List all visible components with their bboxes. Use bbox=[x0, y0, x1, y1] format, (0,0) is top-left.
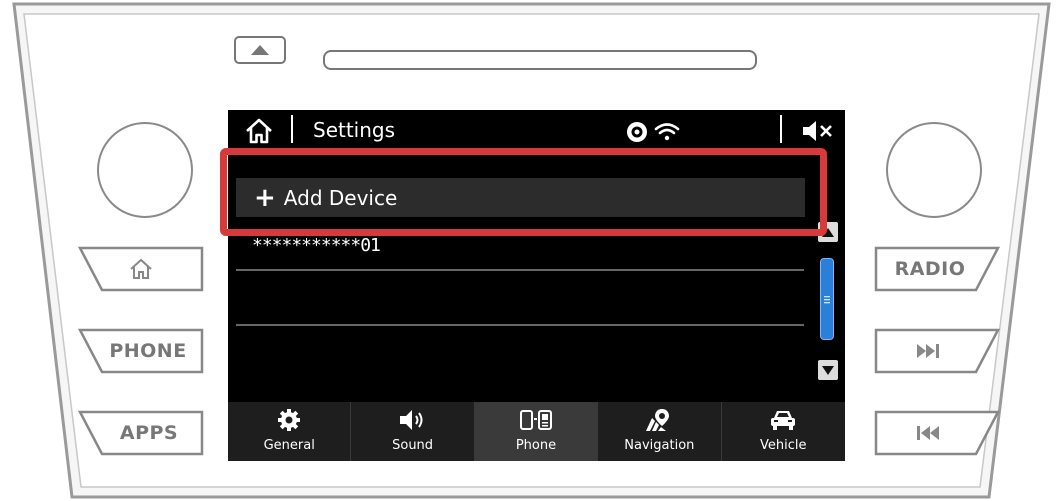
tab-phone-label: Phone bbox=[515, 438, 557, 453]
status-bar: Settings bbox=[228, 110, 845, 152]
highlight-box bbox=[220, 148, 827, 236]
tab-navigation[interactable]: Navigation bbox=[598, 402, 722, 461]
scroll-down-button[interactable] bbox=[818, 360, 838, 380]
list-divider bbox=[236, 324, 804, 326]
phone-hard-button-label: PHONE bbox=[109, 340, 187, 362]
tab-sound-label: Sound bbox=[392, 438, 434, 453]
apps-hard-button[interactable]: APPS bbox=[78, 410, 204, 456]
eject-icon bbox=[251, 45, 269, 55]
car-icon bbox=[771, 411, 796, 430]
gear-icon bbox=[278, 409, 301, 431]
mute-button[interactable] bbox=[791, 116, 845, 146]
scrollbar-thumb[interactable] bbox=[820, 258, 834, 340]
home-icon bbox=[130, 258, 152, 279]
header-separator-right bbox=[780, 115, 782, 143]
tab-general[interactable]: General bbox=[228, 402, 352, 461]
skip-forward-icon bbox=[917, 344, 939, 358]
list-item[interactable]: ***********01 bbox=[236, 231, 802, 267]
radio-hard-button-label: RADIO bbox=[894, 258, 966, 280]
home-button[interactable] bbox=[234, 114, 284, 148]
apps-hard-button-label: APPS bbox=[119, 422, 179, 444]
tab-navigation-label: Navigation bbox=[624, 438, 695, 453]
phone-icon bbox=[519, 410, 552, 430]
device-name: ***********01 bbox=[252, 235, 381, 256]
tab-phone[interactable]: Phone bbox=[474, 402, 599, 461]
settings-tab-bar: General Sound Phone Navigation Vehicle bbox=[228, 402, 845, 461]
eject-button[interactable] bbox=[234, 36, 286, 64]
seek-forward-hard-button[interactable] bbox=[874, 328, 1000, 374]
mute-icon bbox=[803, 121, 832, 141]
page-title: Settings bbox=[313, 118, 396, 142]
tab-sound[interactable]: Sound bbox=[351, 402, 475, 461]
header-separator bbox=[291, 115, 293, 143]
seek-back-hard-button[interactable] bbox=[874, 410, 1000, 456]
disc-icon bbox=[627, 122, 647, 142]
disc-slot bbox=[323, 50, 757, 70]
list-divider bbox=[236, 269, 804, 271]
volume-knob[interactable] bbox=[97, 122, 193, 218]
home-hard-button[interactable] bbox=[78, 246, 204, 292]
tune-knob[interactable] bbox=[886, 122, 982, 218]
tab-general-label: General bbox=[263, 438, 315, 453]
radio-hard-button[interactable]: RADIO bbox=[874, 246, 1000, 292]
map-pin-icon bbox=[646, 409, 670, 431]
home-icon bbox=[246, 118, 272, 144]
skip-back-icon bbox=[917, 426, 939, 440]
tab-vehicle[interactable]: Vehicle bbox=[721, 402, 845, 461]
speaker-icon bbox=[399, 410, 423, 430]
tab-vehicle-label: Vehicle bbox=[760, 438, 807, 453]
wifi-icon bbox=[654, 123, 680, 141]
phone-hard-button[interactable]: PHONE bbox=[78, 328, 204, 374]
triangle-down-icon bbox=[822, 366, 834, 375]
